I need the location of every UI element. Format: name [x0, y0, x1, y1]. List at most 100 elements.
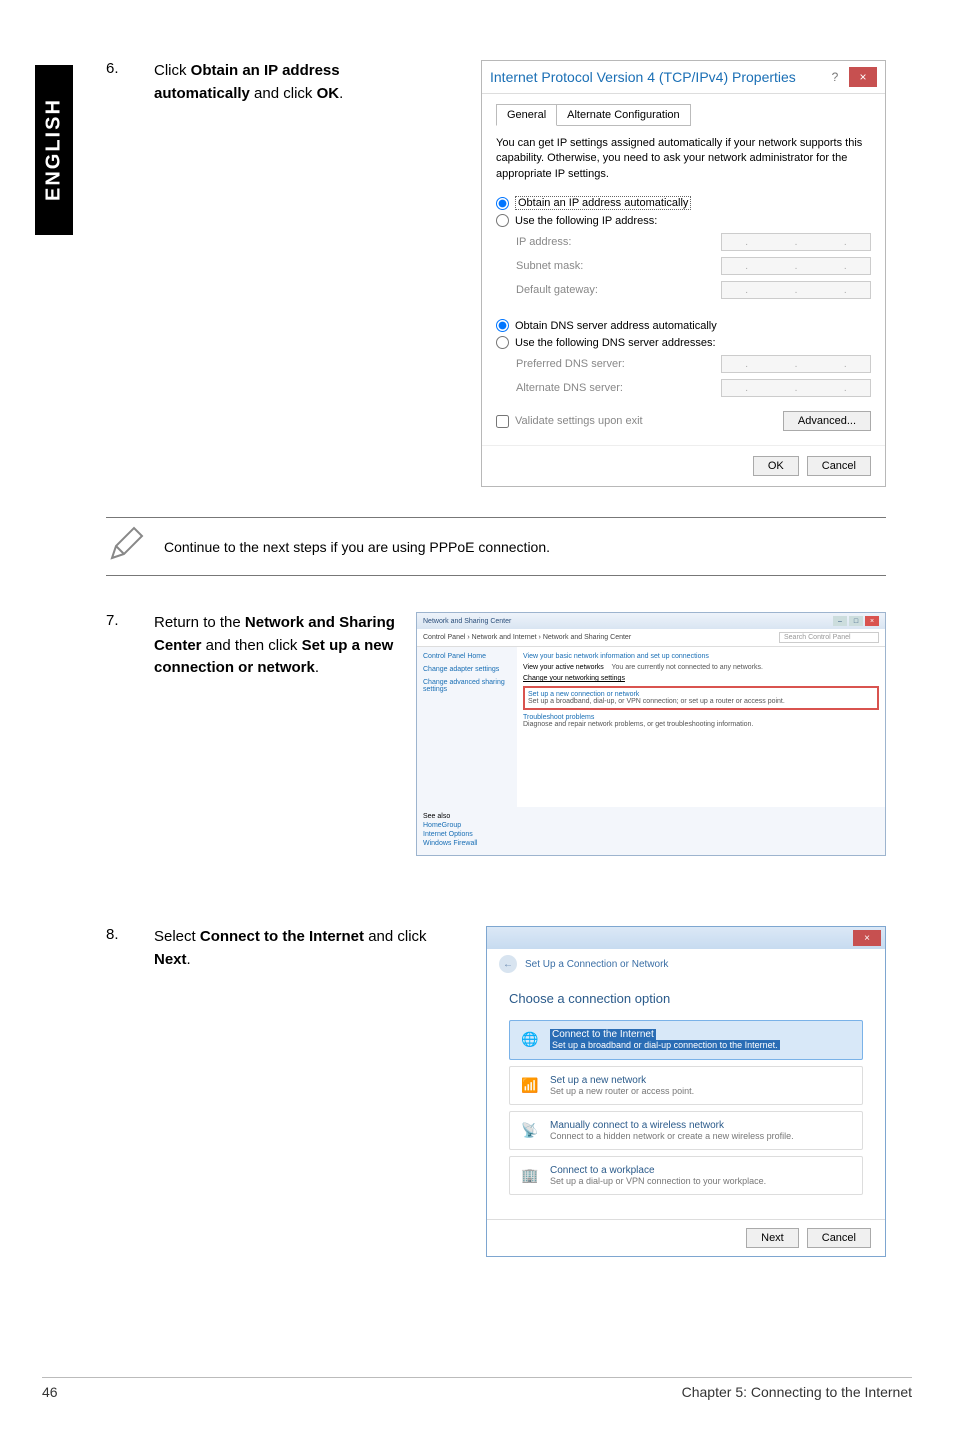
advanced-button[interactable]: Advanced...	[783, 411, 871, 431]
step-8: 8. Select Connect to the Internet and cl…	[106, 926, 886, 1257]
cancel-button[interactable]: Cancel	[807, 456, 871, 476]
option-sub: Set up a dial-up or VPN connection to yo…	[550, 1176, 766, 1186]
router-icon: 📶	[518, 1075, 542, 1095]
ip-address-row: IP address: ...	[516, 233, 871, 251]
ip-address-label: IP address:	[516, 236, 571, 248]
nsc-screenshot: Network and Sharing Center – □ × Control…	[404, 612, 886, 856]
close-button[interactable]: ×	[849, 67, 877, 87]
step-6-text: Click Obtain an IP address automatically…	[154, 60, 404, 487]
seealso-firewall[interactable]: Windows Firewall	[423, 840, 879, 847]
troubleshoot-title: Troubleshoot problems	[523, 714, 879, 721]
text: Select	[154, 928, 200, 945]
bold: OK	[317, 85, 340, 102]
setup-connection-sub: Set up a broadband, dial-up, or VPN conn…	[528, 698, 874, 705]
pref-dns-row: Preferred DNS server: ...	[516, 355, 871, 373]
setup-connection-box[interactable]: Set up a new connection or network Set u…	[523, 686, 879, 710]
close-button[interactable]: ×	[853, 930, 881, 946]
chapter-title: Chapter 5: Connecting to the Internet	[682, 1384, 912, 1400]
wizard-screenshot: × ← Set Up a Connection or Network Choos…	[444, 926, 886, 1257]
sidebar-home[interactable]: Control Panel Home	[423, 653, 511, 660]
seealso-homegroup[interactable]: HomeGroup	[423, 822, 879, 829]
page-content: 6. Click Obtain an IP address automatica…	[106, 60, 886, 1287]
nsc-seealso: See also HomeGroup Internet Options Wind…	[417, 807, 885, 855]
nsc-body: Control Panel Home Change adapter settin…	[417, 647, 885, 807]
nsc-main: View your basic network information and …	[517, 647, 885, 807]
radio-obtain-dns-label: Obtain DNS server address automatically	[515, 320, 717, 332]
step-7: 7. Return to the Network and Sharing Cen…	[106, 612, 886, 856]
pref-dns-label: Preferred DNS server:	[516, 358, 625, 370]
pref-dns-input: ...	[721, 355, 871, 373]
radio-use-ip[interactable]: Use the following IP address:	[496, 214, 871, 227]
troubleshoot-sub: Diagnose and repair network problems, or…	[523, 721, 879, 728]
cancel-button[interactable]: Cancel	[807, 1228, 871, 1248]
seealso-internet-options[interactable]: Internet Options	[423, 831, 879, 838]
note-block: Continue to the next steps if you are us…	[106, 517, 886, 576]
option-connect-internet[interactable]: 🌐 Connect to the Internet Set up a broad…	[509, 1020, 863, 1060]
back-button[interactable]: ←	[499, 955, 517, 973]
wireless-icon: 📡	[518, 1120, 542, 1140]
option-title: Set up a new network	[550, 1075, 694, 1086]
subnet-label: Subnet mask:	[516, 260, 583, 272]
radio-obtain-ip-input[interactable]	[496, 197, 509, 210]
step-8-number: 8.	[106, 926, 154, 1257]
sidebar-sharing[interactable]: Change advanced sharing settings	[423, 679, 511, 693]
page-number: 46	[42, 1384, 58, 1400]
gateway-row: Default gateway: ...	[516, 281, 871, 299]
validate-checkbox-row[interactable]: Validate settings upon exit	[496, 415, 643, 428]
step-7-text: Return to the Network and Sharing Center…	[154, 612, 404, 856]
active-networks-row: View your active networks You are curren…	[523, 664, 879, 671]
maximize-button[interactable]: □	[849, 616, 863, 626]
search-input[interactable]: Search Control Panel	[779, 632, 879, 643]
tab-general[interactable]: General	[496, 104, 557, 126]
wizard-footer: Next Cancel	[487, 1219, 885, 1256]
active-label: View your active networks	[523, 664, 604, 671]
validate-label: Validate settings upon exit	[515, 415, 643, 427]
nsc-sidebar: Control Panel Home Change adapter settin…	[417, 647, 517, 807]
step-7-number: 7.	[106, 612, 154, 856]
ipv4-title-text: Internet Protocol Version 4 (TCP/IPv4) P…	[490, 69, 796, 85]
ip-address-input: ...	[721, 233, 871, 251]
radio-use-dns-input[interactable]	[496, 336, 509, 349]
radio-obtain-ip[interactable]: Obtain an IP address automatically	[496, 196, 871, 210]
tab-alternate[interactable]: Alternate Configuration	[556, 104, 691, 126]
text: and click	[250, 85, 317, 102]
alt-dns-input: ...	[721, 379, 871, 397]
step-8-text: Select Connect to the Internet and click…	[154, 926, 444, 1257]
ok-button[interactable]: OK	[753, 456, 799, 476]
wizard-body: Choose a connection option 🌐 Connect to …	[487, 979, 885, 1219]
note-line: Continue to the next steps if you are us…	[106, 524, 886, 569]
globe-icon: 🌐	[518, 1029, 542, 1049]
option-workplace[interactable]: 🏢 Connect to a workplace Set up a dial-u…	[509, 1156, 863, 1195]
nsc-heading: View your basic network information and …	[523, 653, 879, 660]
help-button[interactable]: ?	[821, 67, 849, 87]
option-title: Manually connect to a wireless network	[550, 1120, 794, 1131]
validate-checkbox[interactable]	[496, 415, 509, 428]
wizard-header-text: Set Up a Connection or Network	[525, 959, 668, 970]
radio-use-dns[interactable]: Use the following DNS server addresses:	[496, 336, 871, 349]
sidebar-adapter[interactable]: Change adapter settings	[423, 666, 511, 673]
option-wireless[interactable]: 📡 Manually connect to a wireless network…	[509, 1111, 863, 1150]
subnet-input: ...	[721, 257, 871, 275]
gateway-label: Default gateway:	[516, 284, 598, 296]
radio-use-ip-input[interactable]	[496, 214, 509, 227]
text: Return to the	[154, 614, 245, 631]
ipv4-description: You can get IP settings assigned automat…	[496, 136, 871, 182]
text: and click	[364, 928, 427, 945]
close-button[interactable]: ×	[865, 616, 879, 626]
page-footer: 46 Chapter 5: Connecting to the Internet	[42, 1377, 912, 1400]
seealso-label: See also	[423, 813, 879, 820]
option-sub: Set up a broadband or dial-up connection…	[550, 1040, 780, 1050]
text: and then click	[202, 637, 302, 654]
wizard-titlebar: ×	[487, 927, 885, 949]
ipv4-dialog: Internet Protocol Version 4 (TCP/IPv4) P…	[481, 60, 886, 487]
breadcrumb-path[interactable]: Control Panel › Network and Internet › N…	[423, 634, 631, 641]
pencil-icon	[106, 524, 146, 569]
gateway-input: ...	[721, 281, 871, 299]
next-button[interactable]: Next	[746, 1228, 799, 1248]
radio-obtain-dns[interactable]: Obtain DNS server address automatically	[496, 319, 871, 332]
wizard-window: × ← Set Up a Connection or Network Choos…	[486, 926, 886, 1257]
troubleshoot-row[interactable]: Troubleshoot problems Diagnose and repai…	[523, 714, 879, 728]
radio-obtain-dns-input[interactable]	[496, 319, 509, 332]
minimize-button[interactable]: –	[833, 616, 847, 626]
option-new-network[interactable]: 📶 Set up a new network Set up a new rout…	[509, 1066, 863, 1105]
